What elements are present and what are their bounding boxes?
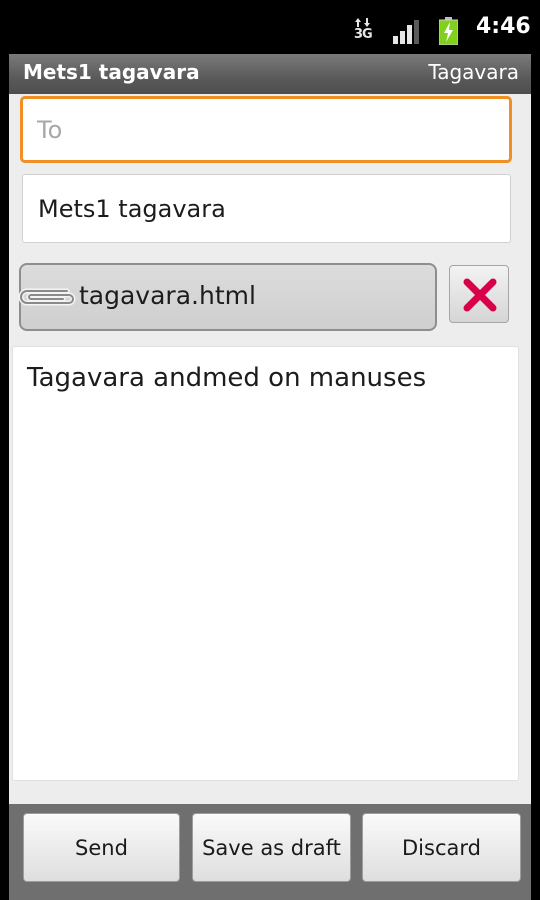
account-label: Tagavara [428, 60, 519, 84]
send-button[interactable]: Send [23, 813, 180, 882]
compose-form: tagavara.html Tagavara andmed on manuses [9, 94, 531, 804]
message-body-text[interactable]: Tagavara andmed on manuses [27, 363, 426, 393]
remove-attachment-button[interactable] [449, 265, 509, 323]
page-title: Mets1 tagavara [23, 60, 200, 84]
close-x-icon [463, 278, 497, 312]
signal-bars-icon [393, 20, 419, 44]
save-draft-button[interactable]: Save as draft [192, 813, 351, 882]
data-3g-icon: 3G [353, 18, 375, 44]
battery-charging-icon [439, 17, 458, 45]
to-field[interactable] [20, 96, 512, 163]
to-input[interactable] [23, 99, 509, 160]
attachment-chip[interactable]: tagavara.html [18, 263, 437, 331]
network-type-label: 3G [354, 27, 373, 42]
title-bar: Mets1 tagavara Tagavara [9, 54, 531, 94]
message-body-field[interactable]: Tagavara andmed on manuses [12, 346, 519, 781]
discard-button[interactable]: Discard [362, 813, 521, 882]
attachment-name: tagavara.html [79, 281, 256, 310]
action-bar: Send Save as draft Discard [9, 804, 531, 900]
subject-input[interactable] [23, 175, 510, 242]
status-bar: 3G 4:46 [0, 0, 540, 54]
subject-field[interactable] [22, 174, 511, 243]
paperclip-icon [18, 288, 76, 306]
clock: 4:46 [476, 14, 531, 39]
